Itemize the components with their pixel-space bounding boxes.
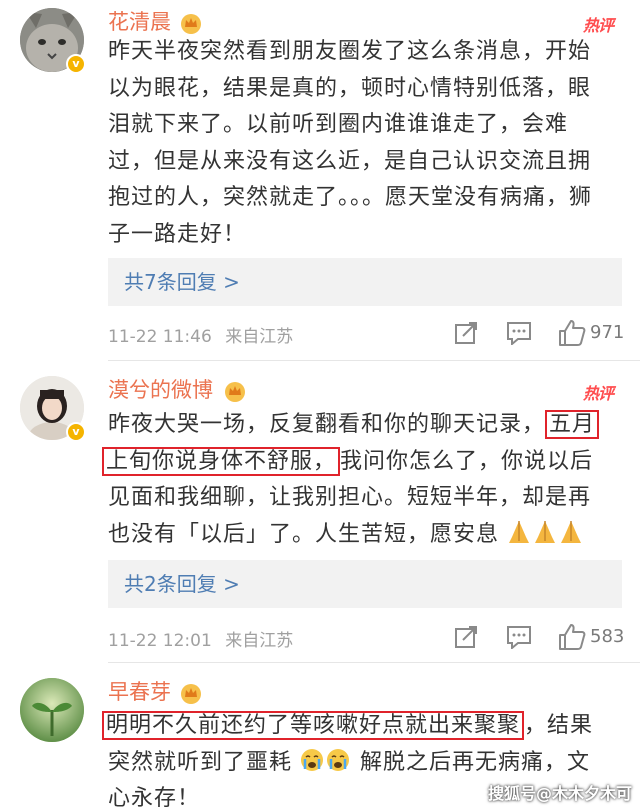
comment-text: 昨夜大哭一场，反复翻看和你的聊天记录， 五月 上旬你说身体不舒服， 我问你怎么了，你… <box>102 407 623 553</box>
comment-text: 昨天半夜突然看到朋友圈发了这么条消息，开始 以为眼花，结果是真的，顿时心情特别低… <box>108 39 593 247</box>
username[interactable]: 早春芽 <box>108 678 171 706</box>
avatar-sprout[interactable] <box>20 678 84 742</box>
share-icon[interactable] <box>454 625 480 649</box>
highlight-box: 五月 <box>545 410 600 439</box>
username[interactable]: 漠兮的微博 <box>108 376 213 404</box>
crown-icon <box>181 684 201 704</box>
highlight-box: 上旬你说身体不舒服， <box>102 446 341 476</box>
hot-comment-label: 热评 <box>583 384 614 403</box>
divider <box>108 662 640 663</box>
like-count: 971 <box>590 322 625 343</box>
verified-badge-icon: v <box>66 54 86 74</box>
comment-meta: 11-22 12:01 来自江苏 <box>108 626 293 651</box>
comment-icon[interactable] <box>506 625 532 649</box>
comment-meta: 11-22 11:46 来自江苏 <box>108 322 293 347</box>
like-icon[interactable] <box>558 623 586 651</box>
crying-emoji <box>292 748 360 775</box>
location: 来自江苏 <box>225 327 294 347</box>
crown-icon <box>181 14 201 34</box>
comment-2: v 漠兮的微博 热评 昨夜大哭一场，反复翻看和你的聊天记录， 五月 上旬你说身体不… <box>0 362 640 662</box>
hot-comment-label: 热评 <box>583 16 614 35</box>
view-replies-link[interactable]: 共2条回复 > <box>108 560 622 608</box>
timestamp: 11-22 12:01 <box>108 631 212 651</box>
pray-emoji <box>499 520 585 547</box>
like-icon[interactable] <box>558 319 586 347</box>
divider <box>108 360 640 361</box>
username[interactable]: 花清晨 <box>108 8 171 36</box>
crown-icon <box>225 382 245 402</box>
watermark: 搜狐号@木木夕木可 <box>488 784 633 803</box>
comment-icon[interactable] <box>506 321 532 345</box>
like-count: 583 <box>590 626 625 647</box>
share-icon[interactable] <box>454 321 480 345</box>
timestamp: 11-22 11:46 <box>108 327 212 347</box>
verified-badge-icon: v <box>66 422 86 442</box>
view-replies-link[interactable]: 共7条回复 > <box>108 258 622 306</box>
highlight-box: 明明不久前还约了等咳嗽好点就出来聚聚 <box>102 711 525 740</box>
comment-1: v 花清晨 热评 昨天半夜突然看到朋友圈发了这么条消息，开始 以为眼花，结果是真… <box>0 0 640 360</box>
location: 来自江苏 <box>225 631 294 651</box>
